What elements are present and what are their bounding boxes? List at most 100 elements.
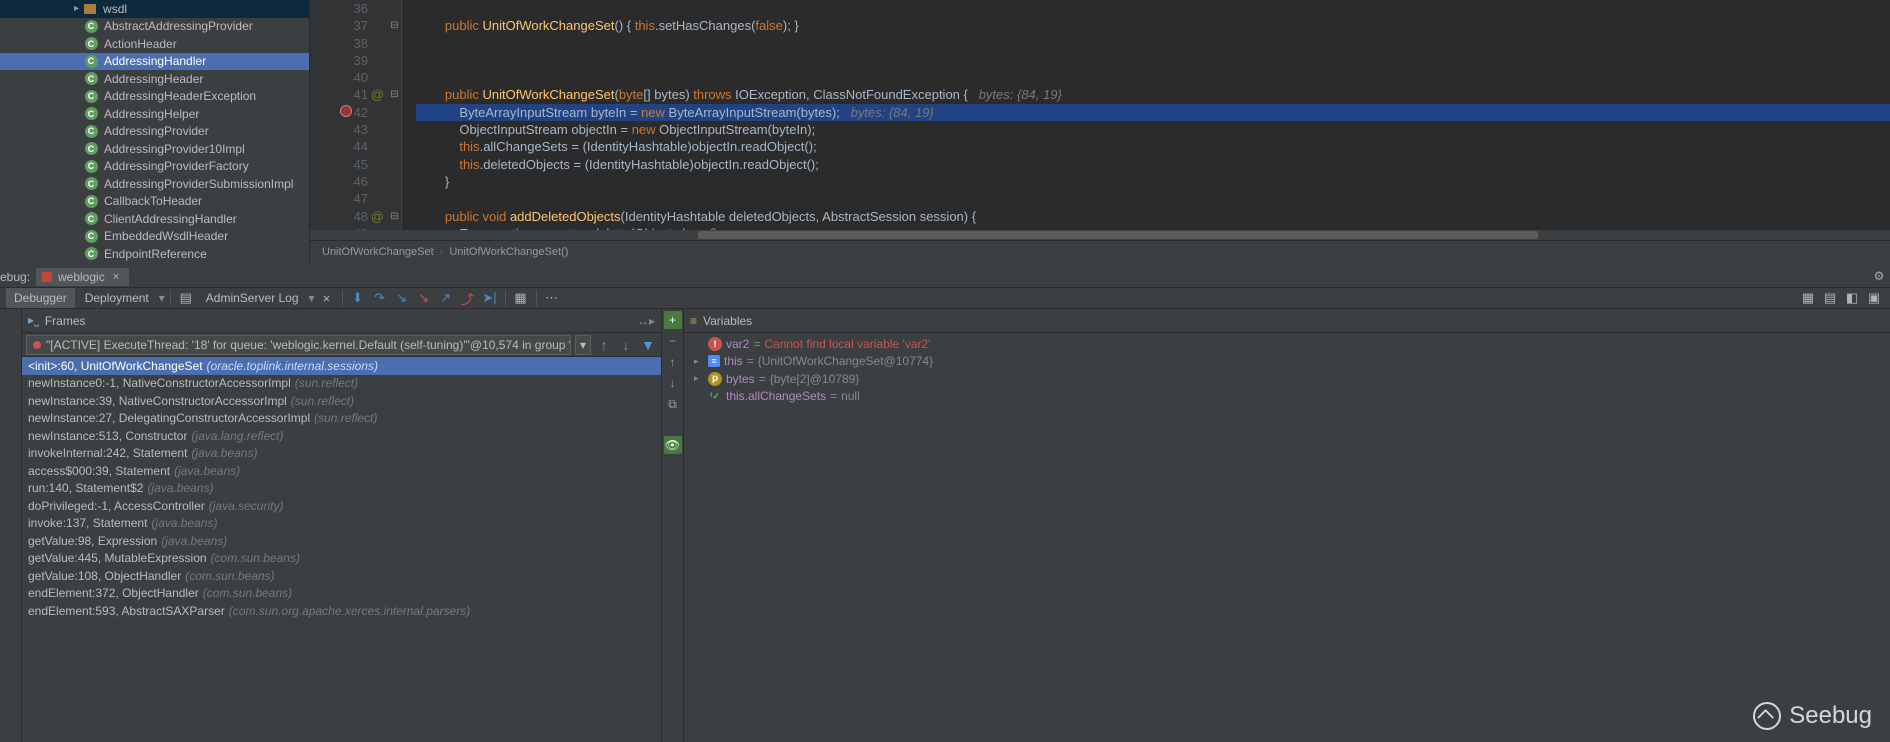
layout-icon[interactable]: ▦ xyxy=(1798,288,1818,308)
tab-adminserverlog[interactable]: AdminServer Log xyxy=(198,288,307,308)
frames-list[interactable]: <init>:60, UnitOfWorkChangeSet(oracle.to… xyxy=(22,357,661,742)
code-line[interactable]: this.allChangeSets = (IdentityHashtable)… xyxy=(416,138,1890,155)
filter-icon[interactable]: ▼ xyxy=(639,337,657,353)
line-gutter[interactable]: 3637383940@41424344454647@48495051 xyxy=(310,0,388,230)
horizontal-scrollbar[interactable] xyxy=(310,230,1890,240)
code-area[interactable]: public UnitOfWorkChangeSet() { this.setH… xyxy=(402,0,1890,230)
expand-icon[interactable]: ▸ xyxy=(694,356,704,367)
stack-frame[interactable]: endElement:372, ObjectHandler(com.sun.be… xyxy=(22,585,661,603)
code-line[interactable]: ByteArrayInputStream byteIn = new ByteAr… xyxy=(416,104,1890,121)
tree-class-item[interactable]: CCallbackToHeader xyxy=(0,193,309,211)
stack-frame[interactable]: newInstance0:-1, NativeConstructorAccess… xyxy=(22,375,661,393)
code-line[interactable]: this.deletedObjects = (IdentityHashtable… xyxy=(416,156,1890,173)
step-into-icon[interactable]: ↘ xyxy=(392,288,412,308)
code-line[interactable] xyxy=(416,35,1890,52)
tree-class-item[interactable]: CEmbeddedWsdlHeader xyxy=(0,228,309,246)
up-icon[interactable]: ↑ xyxy=(664,353,682,371)
variable-item[interactable]: ▸≡this = {UnitOfWorkChangeSet@10774} xyxy=(684,353,1890,371)
copy-icon[interactable]: ⧉ xyxy=(664,395,682,413)
stack-frame[interactable]: newInstance:27, DelegatingConstructorAcc… xyxy=(22,410,661,428)
remove-watch-icon[interactable]: − xyxy=(664,332,682,350)
tree-class-item[interactable]: CAddressingProviderSubmissionImpl xyxy=(0,175,309,193)
thread-combo[interactable]: "[ACTIVE] ExecuteThread: '18' for queue:… xyxy=(26,335,571,355)
stack-frame[interactable]: newInstance:513, Constructor(java.lang.r… xyxy=(22,427,661,445)
step-over-icon[interactable]: ↷ xyxy=(370,288,390,308)
close-tab-icon[interactable]: × xyxy=(317,288,337,308)
show-watches-icon[interactable]: 👁 xyxy=(664,436,682,454)
code-line[interactable] xyxy=(416,69,1890,86)
stack-frame[interactable]: invoke:137, Statement(java.beans) xyxy=(22,515,661,533)
show-execution-point-icon[interactable]: ⬇ xyxy=(348,288,368,308)
tree-class-item[interactable]: CAddressingProviderFactory xyxy=(0,158,309,176)
step-out-icon[interactable]: ↗ xyxy=(436,288,456,308)
stack-frame[interactable]: invokeInternal:242, Statement(java.beans… xyxy=(22,445,661,463)
dropdown-icon[interactable]: ▾ xyxy=(575,335,591,355)
restore-icon[interactable]: ↔▸ xyxy=(637,314,655,328)
more-icon[interactable]: ⋯ xyxy=(542,288,562,308)
gear-icon[interactable]: ⚙ xyxy=(1871,268,1887,284)
tree-class-item[interactable]: CAddressingProvider xyxy=(0,123,309,141)
new-watch-icon[interactable]: + xyxy=(664,311,682,329)
tree-class-item[interactable]: CActionHeader xyxy=(0,35,309,53)
next-frame-icon[interactable]: ↓ xyxy=(617,337,635,353)
variables-list[interactable]: !var2 = Cannot find local variable 'var2… xyxy=(684,333,1890,742)
stack-frame[interactable]: access$000:39, Statement(java.beans) xyxy=(22,462,661,480)
close-icon[interactable]: × xyxy=(113,271,119,283)
run-to-cursor-icon[interactable]: ➤| xyxy=(480,288,500,308)
stack-frame[interactable]: endElement:593, AbstractSAXParser(com.su… xyxy=(22,602,661,620)
breadcrumb-item[interactable]: UnitOfWorkChangeSet() xyxy=(449,246,568,258)
tree-class-item[interactable]: CAbstractAddressingProvider xyxy=(0,18,309,36)
stack-frame[interactable]: getValue:98, Expression(java.beans) xyxy=(22,532,661,550)
stack-frame[interactable]: getValue:108, ObjectHandler(com.sun.bean… xyxy=(22,567,661,585)
package-icon xyxy=(83,2,97,16)
tree-class-item[interactable]: CAddressingHandler xyxy=(0,53,309,71)
stack-frame[interactable]: newInstance:39, NativeConstructorAccesso… xyxy=(22,392,661,410)
drop-frame-icon[interactable]: ⤴ xyxy=(458,288,478,308)
stack-frame[interactable]: <init>:60, UnitOfWorkChangeSet(oracle.to… xyxy=(22,357,661,375)
pin-icon[interactable]: ▣ xyxy=(1864,288,1884,308)
tree-package[interactable]: ▸ wsdl xyxy=(0,0,309,18)
breakpoint-icon[interactable] xyxy=(340,105,352,117)
overhead-icon[interactable]: ◧ xyxy=(1842,288,1862,308)
prev-frame-icon[interactable]: ↑ xyxy=(595,337,613,353)
editor[interactable]: 3637383940@41424344454647@48495051 ⊟⊟⊟ p… xyxy=(310,0,1890,262)
code-line[interactable]: public void addDeletedObjects(IdentityHa… xyxy=(416,208,1890,225)
tab-debugger[interactable]: Debugger xyxy=(6,288,75,308)
tree-class-item[interactable]: CClientAddressingHandler xyxy=(0,210,309,228)
code-line[interactable]: } xyxy=(416,173,1890,190)
force-step-into-icon[interactable]: ↘ xyxy=(414,288,434,308)
breadcrumb[interactable]: UnitOfWorkChangeSet › UnitOfWorkChangeSe… xyxy=(310,240,1890,262)
memory-icon[interactable]: ▤ xyxy=(1820,288,1840,308)
stack-frame[interactable]: run:140, Statement$2(java.beans) xyxy=(22,480,661,498)
down-icon[interactable]: ↓ xyxy=(664,374,682,392)
project-tree[interactable]: ▸ wsdl CAbstractAddressingProviderCActio… xyxy=(0,0,310,262)
expand-icon[interactable]: ▸ xyxy=(694,373,704,384)
tab-deployment[interactable]: Deployment xyxy=(77,288,157,308)
server-log-icon[interactable]: ▤ xyxy=(176,288,196,308)
frame-location: (oracle.toplink.internal.sessions) xyxy=(207,359,378,373)
var-value: Cannot find local variable 'var2' xyxy=(764,337,930,351)
tree-class-item[interactable]: CEndpointReference xyxy=(0,245,309,262)
stack-frame[interactable]: getValue:445, MutableExpression(com.sun.… xyxy=(22,550,661,568)
tree-class-item[interactable]: CAddressingHelper xyxy=(0,105,309,123)
code-line[interactable]: public UnitOfWorkChangeSet(byte[] bytes)… xyxy=(416,86,1890,103)
thread-selector[interactable]: "[ACTIVE] ExecuteThread: '18' for queue:… xyxy=(22,333,661,357)
tree-item-label: AbstractAddressingProvider xyxy=(104,19,253,33)
tree-class-item[interactable]: CAddressingHeader xyxy=(0,70,309,88)
tree-class-item[interactable]: CAddressingHeaderException xyxy=(0,88,309,106)
variable-item[interactable]: ᶠ✓this.allChangeSets = null xyxy=(684,388,1890,406)
fold-column[interactable]: ⊟⊟⊟ xyxy=(388,0,402,230)
variable-item[interactable]: ▸pbytes = {byte[2]@10789} xyxy=(684,370,1890,388)
stack-frame[interactable]: doPrivileged:-1, AccessController(java.s… xyxy=(22,497,661,515)
code-line[interactable] xyxy=(416,52,1890,69)
breadcrumb-item[interactable]: UnitOfWorkChangeSet xyxy=(322,246,434,258)
evaluate-icon[interactable]: ▦ xyxy=(511,288,531,308)
code-line[interactable] xyxy=(416,0,1890,17)
variable-item[interactable]: !var2 = Cannot find local variable 'var2… xyxy=(684,335,1890,353)
tree-class-item[interactable]: CAddressingProvider10Impl xyxy=(0,140,309,158)
code-line[interactable]: ObjectInputStream objectIn = new ObjectI… xyxy=(416,121,1890,138)
code-line[interactable]: public UnitOfWorkChangeSet() { this.setH… xyxy=(416,17,1890,34)
debug-run-tab[interactable]: weblogic × xyxy=(36,268,129,286)
code-line[interactable] xyxy=(416,190,1890,207)
scrollbar-thumb[interactable] xyxy=(698,231,1538,239)
